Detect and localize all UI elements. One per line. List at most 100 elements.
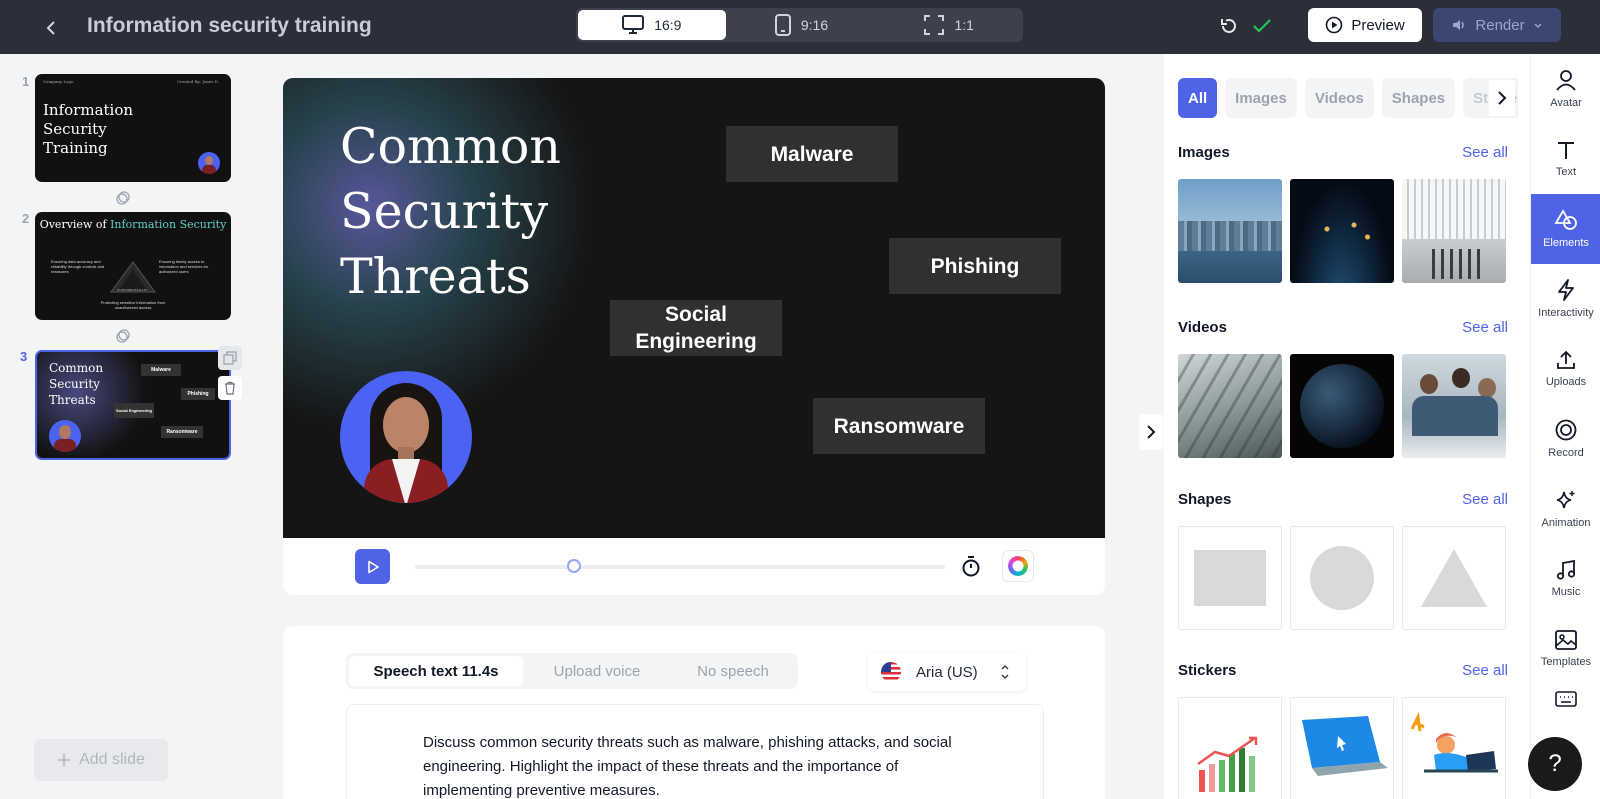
images-see-all-link[interactable]: See all [1462,144,1508,161]
shape-tile-triangle[interactable] [1402,526,1506,630]
tag-ransomware[interactable]: Ransomware [813,398,985,454]
person-laptop-sticker [1410,712,1498,773]
tab-no-speech[interactable]: No speech [668,653,798,689]
keyboard-icon [1555,691,1577,707]
thumb-avatar [49,420,81,452]
image-tile[interactable] [1290,179,1394,283]
elements-library: All Images Videos Shapes Stickers Images… [1164,54,1530,799]
trash-icon [225,381,235,395]
ratio-1-1-button[interactable]: 1:1 [875,8,1023,42]
filter-tab-all[interactable]: All [1178,78,1218,118]
thumb-tag: Malware [141,364,181,376]
filter-tab-videos[interactable]: Videos [1304,78,1374,118]
slide-canvas[interactable]: Common Security Threats Malware Phishing… [283,78,1105,538]
ratio-9-16-button[interactable]: 9:16 [728,8,876,42]
shapes-see-all-link[interactable]: See all [1462,491,1508,508]
back-button[interactable] [36,12,68,44]
collapse-panel-button[interactable] [1139,414,1163,450]
sort-chevrons-icon [1001,665,1009,679]
image-tile[interactable] [1402,179,1506,283]
phone-icon [774,14,791,36]
tool-elements[interactable]: Elements [1531,194,1600,264]
tool-keyboard-shortcuts[interactable] [1531,674,1600,724]
tag-social-engineering[interactable]: Social Engineering [610,300,782,356]
tag-phishing[interactable]: Phishing [889,238,1061,294]
videos-see-all-link[interactable]: See all [1462,319,1508,336]
tool-avatar[interactable]: Avatar [1531,54,1600,124]
upload-icon [1557,350,1575,369]
shape-tile-circle[interactable] [1290,526,1394,630]
thumb-bottom-text: Protecting sensitive information from un… [100,300,166,310]
timer-icon[interactable] [959,554,983,578]
tool-label: Music [1551,586,1581,598]
stickers-see-all-link[interactable]: See all [1462,662,1508,679]
ratio-16-9-button[interactable]: 16:9 [578,10,726,40]
thumb-avatar [198,152,220,174]
transition-icon[interactable] [115,328,131,344]
tool-text[interactable]: Text [1531,124,1600,194]
voice-select[interactable]: Aria (US) [868,653,1026,691]
slide-title[interactable]: Common Security Threats [340,114,600,309]
tab-speech-text[interactable]: Speech text 11.4s [349,656,523,686]
voice-name: Aria (US) [916,663,978,681]
slide-thumbnail-2[interactable]: Overview of Information Security Ensurin… [35,212,231,320]
stage-card: Common Security Threats Malware Phishing… [283,78,1105,595]
slides-panel: 1 Company Logo Created By: Jones D. Info… [0,54,252,799]
tool-interactivity[interactable]: Interactivity [1531,264,1600,334]
preview-button[interactable]: Preview [1308,8,1422,42]
thumb-left-text: Ensuring data accuracy and reliability t… [51,259,105,274]
shape-tile-rectangle[interactable] [1178,526,1282,630]
slide-thumbnail-1[interactable]: Company Logo Created By: Jones D. Inform… [35,74,231,182]
tool-record[interactable]: Record [1531,404,1600,474]
image-tile[interactable] [1178,179,1282,283]
speaker-icon [1453,20,1465,30]
slide-thumbnail-3[interactable]: Common Security Threats Malware Phishing… [35,350,231,460]
filter-tab-images[interactable]: Images [1225,78,1297,118]
tool-uploads[interactable]: Uploads [1531,334,1600,404]
tag-malware[interactable]: Malware [726,126,898,182]
filter-tab-shapes[interactable]: Shapes [1381,78,1456,118]
timeline-handle[interactable] [567,559,581,573]
bolt-icon [1558,279,1574,301]
slide-number: 1 [22,74,30,89]
tool-label: Uploads [1545,376,1587,388]
tool-animation[interactable]: Animation [1531,474,1600,544]
render-button[interactable]: Render [1433,8,1561,42]
tab-upload-voice[interactable]: Upload voice [526,653,668,689]
undo-button[interactable] [1216,13,1242,39]
playback-controls [283,538,1105,595]
check-icon [1253,19,1271,33]
duplicate-slide-button[interactable] [218,346,242,370]
color-wheel-icon [1008,556,1028,576]
slide-number: 3 [20,349,28,364]
presenter-avatar[interactable] [340,371,472,503]
play-button[interactable] [355,549,390,584]
transition-icon[interactable] [115,190,131,206]
thumb-credit-text: Created By: Jones D. [177,79,219,84]
timeline-slider[interactable] [415,559,945,573]
tool-label: Interactivity [1538,307,1594,319]
background-color-button[interactable] [1002,550,1034,582]
thumb-title: Common Security Threats [49,361,104,407]
thumb-title: Overview of Information Security [35,218,231,231]
delete-slide-button[interactable] [218,376,242,400]
tool-music[interactable]: Music [1531,544,1600,614]
saved-status [1250,14,1274,38]
chevron-right-icon [1498,91,1507,105]
library-filter-tabs: All Images Videos Shapes Stickers [1178,78,1518,122]
speech-textarea[interactable]: Discuss common security threats such as … [346,704,1044,799]
video-tile[interactable] [1178,354,1282,458]
sticker-tile[interactable] [1290,697,1394,799]
project-title[interactable]: Information security training [87,14,372,38]
add-slide-button[interactable]: Add slide [34,739,168,781]
video-tile[interactable] [1290,354,1394,458]
record-icon [1555,419,1577,441]
sparkle-icon [1556,491,1575,509]
thumb-title-part: Overview of [39,218,111,231]
filter-scroll-right-button[interactable] [1489,80,1515,116]
sticker-tile[interactable] [1178,697,1282,799]
tool-label: Avatar [1550,97,1582,109]
video-tile[interactable] [1402,354,1506,458]
help-button[interactable]: ? [1528,737,1582,791]
sticker-tile[interactable] [1402,697,1506,799]
